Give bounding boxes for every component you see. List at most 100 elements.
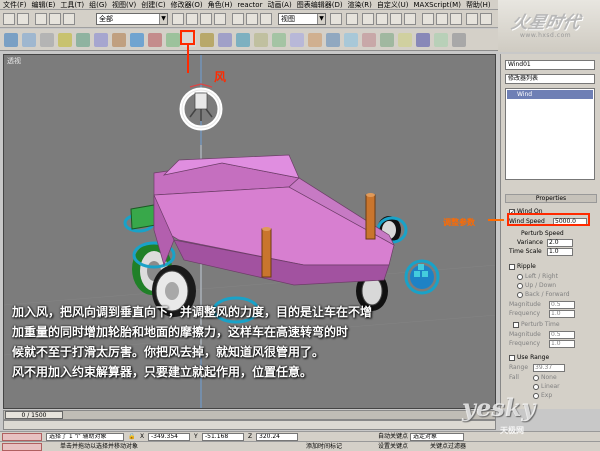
select-by-name-icon[interactable]: [186, 13, 198, 25]
up-down-row[interactable]: Up / Down: [517, 282, 556, 290]
left-right-row[interactable]: Left / Right: [517, 273, 558, 281]
ripple-checkbox[interactable]: [509, 263, 515, 270]
convexity-test-icon[interactable]: [416, 33, 430, 47]
range-spinner[interactable]: 39.37: [533, 364, 565, 372]
menu-character[interactable]: 角色(H): [208, 0, 233, 9]
modifier-list-dropdown[interactable]: 修改器列表: [505, 74, 595, 84]
motor-icon[interactable]: [236, 33, 250, 47]
magnitude-spinner[interactable]: 0.5: [549, 301, 575, 309]
select-manipulate-icon[interactable]: [346, 13, 358, 25]
set-key-label[interactable]: 设置关键点: [378, 443, 408, 451]
selection-filter-dropdown[interactable]: 全部 ▼: [96, 13, 168, 25]
x-coordinate-field[interactable]: -349.354: [148, 433, 190, 441]
plane-icon[interactable]: [94, 33, 108, 47]
y-coordinate-field[interactable]: -51.168: [202, 433, 244, 441]
time-slider-handle[interactable]: 0 / 1500: [5, 411, 63, 419]
menu-edit[interactable]: 编辑(E): [32, 0, 56, 9]
magnitude2-spinner[interactable]: 0.5: [549, 331, 575, 339]
hinge-constraint-icon[interactable]: [290, 33, 304, 47]
water-icon[interactable]: [130, 33, 144, 47]
reference-coordinate-dropdown[interactable]: 视图 ▼: [278, 13, 326, 25]
curve-editor-icon[interactable]: [466, 13, 478, 25]
variance-spinner[interactable]: 2.0: [547, 239, 573, 247]
soft-body-collection-icon[interactable]: [40, 33, 54, 47]
toy-car-icon[interactable]: [200, 33, 214, 47]
menu-view[interactable]: 视图(V): [112, 0, 136, 9]
left-right-radio[interactable]: [517, 273, 523, 280]
spring-icon[interactable]: [112, 33, 126, 47]
menu-tools[interactable]: 工具(T): [60, 0, 84, 9]
rope-collection-icon[interactable]: [58, 33, 72, 47]
undo-icon[interactable]: [3, 13, 15, 25]
cloth-collection-icon[interactable]: [22, 33, 36, 47]
perturb-time-row[interactable]: Perturb Time: [513, 321, 560, 329]
z-coordinate-field[interactable]: 320.24: [256, 433, 298, 441]
menu-animation[interactable]: 动画(A): [267, 0, 291, 9]
menu-create[interactable]: 创建(C): [141, 0, 165, 9]
point-path-icon[interactable]: [362, 33, 376, 47]
time-scale-spinner[interactable]: 1.0: [547, 248, 573, 256]
unlink-icon[interactable]: [49, 13, 61, 25]
fall-none-radio[interactable]: [533, 374, 539, 381]
preview-animation-icon[interactable]: [434, 33, 448, 47]
property-editor-icon[interactable]: [380, 33, 394, 47]
track-bar[interactable]: [3, 420, 496, 430]
lock-selection-icon[interactable]: 🔒: [128, 433, 135, 441]
fall-linear-radio[interactable]: [533, 383, 539, 390]
menu-graph-editors[interactable]: 图表编辑器(D): [297, 0, 343, 9]
menu-customize[interactable]: 自定义(U): [377, 0, 409, 9]
select-scale-icon[interactable]: [260, 13, 272, 25]
menu-rendering[interactable]: 渲染(R): [348, 0, 372, 9]
prismatic-icon[interactable]: [326, 33, 340, 47]
key-filters-button[interactable]: 关键点过滤器: [430, 443, 466, 451]
point-point-icon[interactable]: [272, 33, 286, 47]
select-object-icon[interactable]: [172, 13, 184, 25]
add-time-tag-button[interactable]: 添加时间标记: [306, 443, 342, 451]
hinge-icon[interactable]: [166, 33, 180, 47]
modifier-stack[interactable]: Wind: [505, 88, 595, 180]
menu-file[interactable]: 文件(F): [3, 0, 27, 9]
select-rotate-icon[interactable]: [246, 13, 258, 25]
object-name-field[interactable]: Wind01: [505, 60, 595, 70]
snap-toggle-icon[interactable]: [362, 13, 374, 25]
bind-space-warp-icon[interactable]: [63, 13, 75, 25]
properties-rollout[interactable]: Properties: [505, 194, 597, 203]
frequency-spinner[interactable]: 1.0: [549, 310, 575, 318]
align-icon[interactable]: [436, 13, 448, 25]
angle-snap-icon[interactable]: [376, 13, 388, 25]
link-icon[interactable]: [35, 13, 47, 25]
modifier-stack-item-wind[interactable]: Wind: [507, 90, 593, 99]
maxscript-listener-mini-2[interactable]: [2, 443, 42, 451]
perturb-time-checkbox[interactable]: [513, 321, 519, 328]
maxscript-listener-mini[interactable]: [2, 433, 42, 441]
fan-icon[interactable]: [254, 33, 268, 47]
constraint-solver-icon[interactable]: [148, 33, 162, 47]
fracture-icon[interactable]: [218, 33, 232, 47]
back-forward-row[interactable]: Back / Forward: [517, 291, 570, 299]
deforming-mesh-icon[interactable]: [76, 33, 90, 47]
render-icon[interactable]: [480, 13, 492, 25]
spinner-snap-icon[interactable]: [404, 13, 416, 25]
selection-region-icon[interactable]: [200, 13, 212, 25]
car-wheel-icon[interactable]: [344, 33, 358, 47]
fall-linear-row[interactable]: Linear: [533, 383, 560, 391]
redo-icon[interactable]: [17, 13, 29, 25]
ragdoll-icon[interactable]: [308, 33, 322, 47]
pivot-center-icon[interactable]: [330, 13, 342, 25]
frequency2-spinner[interactable]: 1.0: [549, 340, 575, 348]
create-animation-icon[interactable]: [452, 33, 466, 47]
back-forward-radio[interactable]: [517, 291, 523, 298]
ripple-row[interactable]: Ripple: [509, 263, 536, 271]
menu-group[interactable]: 组(G): [89, 0, 107, 9]
use-range-checkbox[interactable]: [509, 354, 515, 361]
menu-reactor[interactable]: reactor: [237, 0, 262, 9]
percent-snap-icon[interactable]: [390, 13, 402, 25]
fall-none-row[interactable]: None: [533, 374, 557, 382]
menu-modifiers[interactable]: 修改器(O): [171, 0, 203, 9]
use-range-row[interactable]: Use Range: [509, 354, 549, 362]
mirror-icon[interactable]: [422, 13, 434, 25]
select-move-icon[interactable]: [232, 13, 244, 25]
selected-object-dropdown[interactable]: 选定对象: [410, 433, 464, 441]
menu-help[interactable]: 帮助(H): [466, 0, 491, 9]
layer-manager-icon[interactable]: [450, 13, 462, 25]
